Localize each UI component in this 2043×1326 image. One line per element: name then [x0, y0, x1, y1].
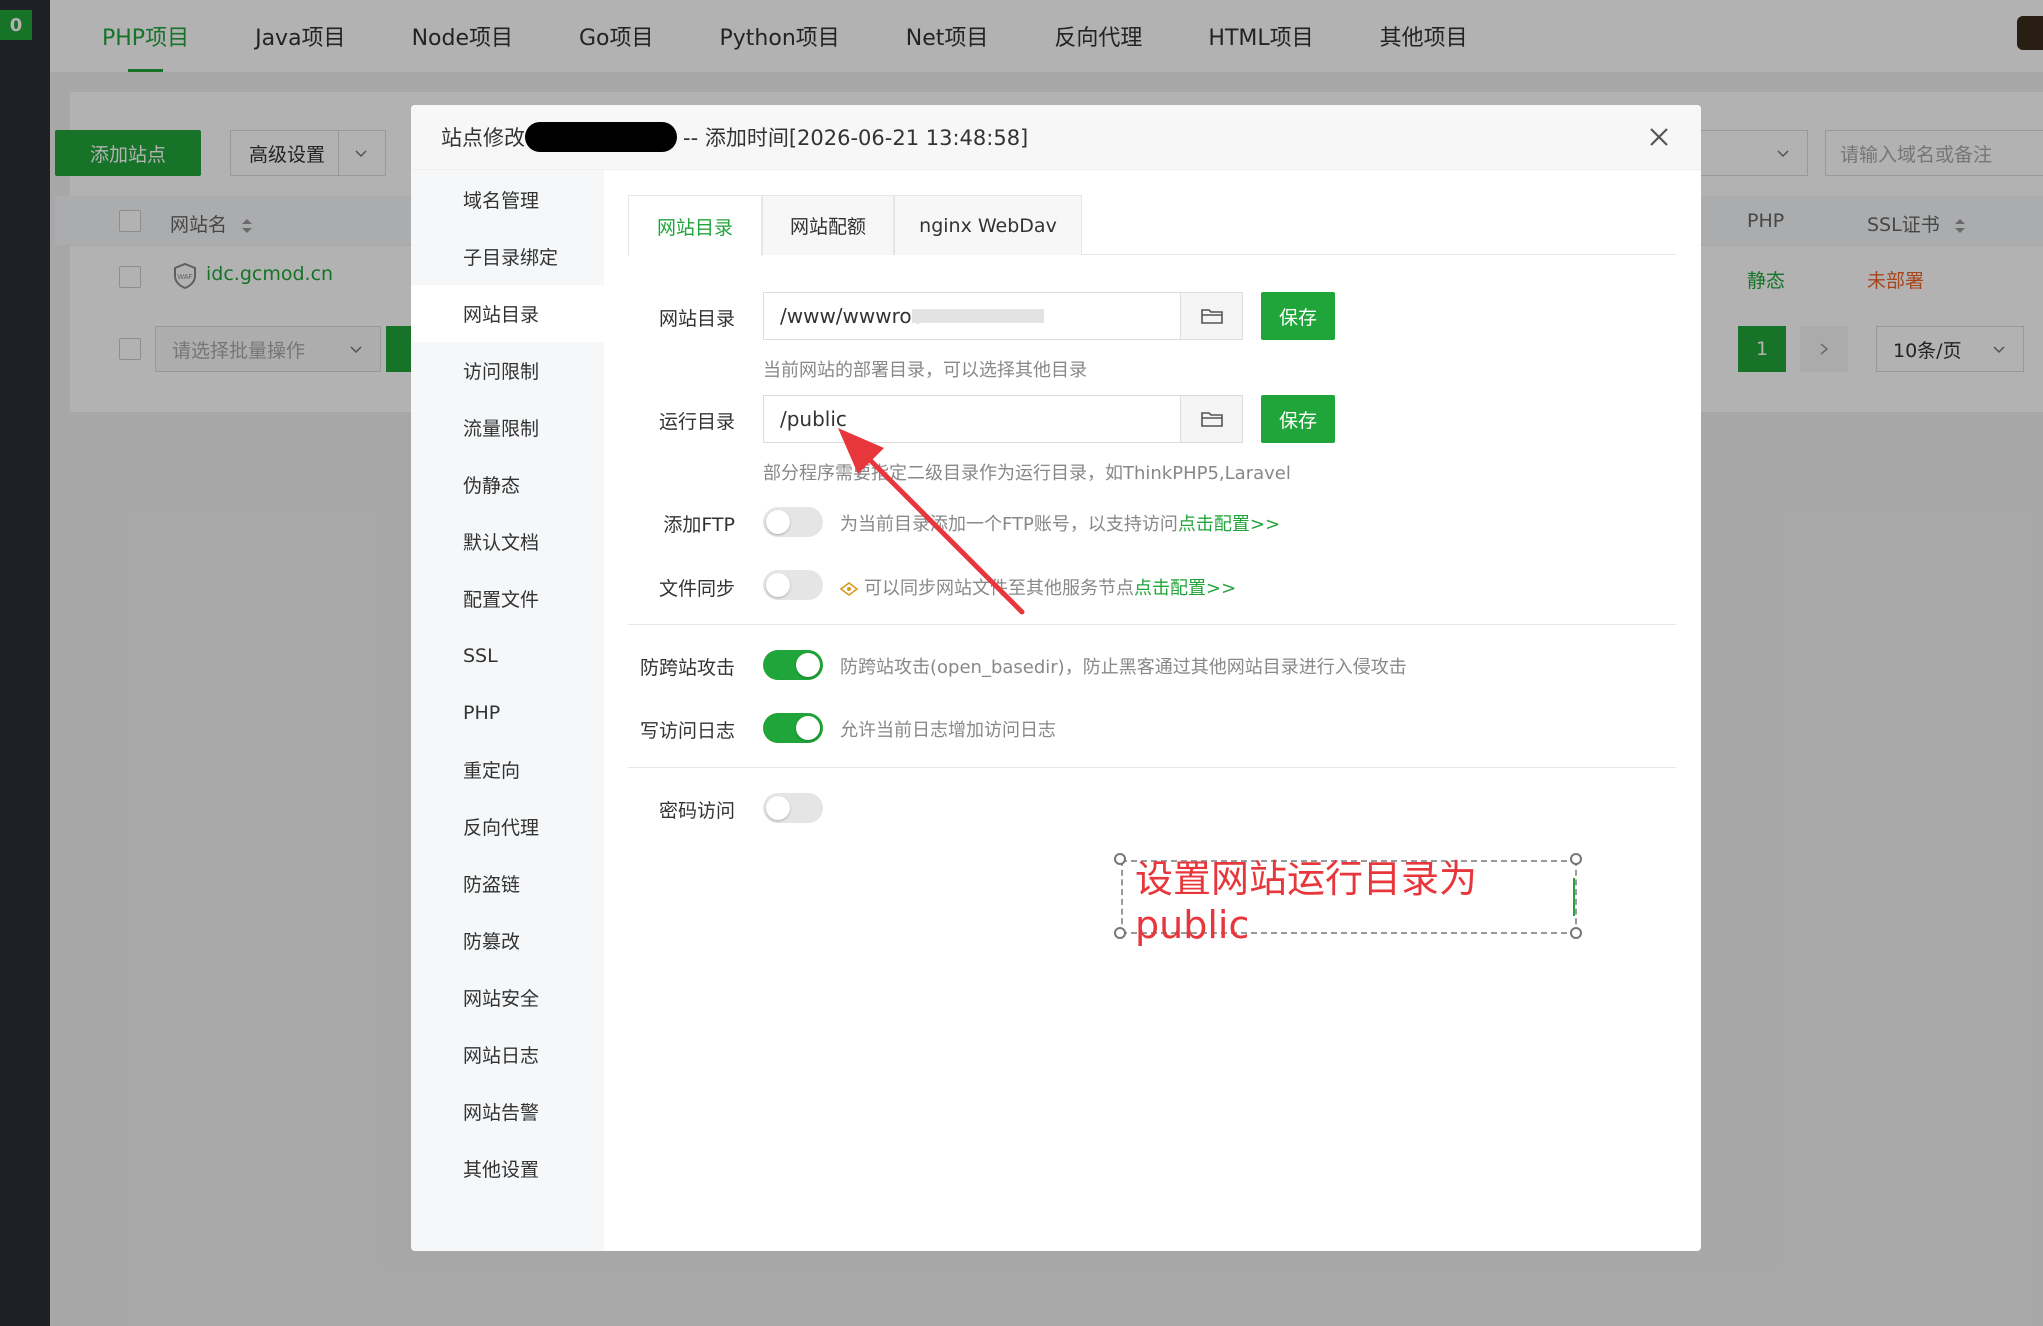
- modal-header: 站点修改 -- 添加时间[2026-06-21 13:48:58]: [411, 105, 1701, 170]
- diamond-warning-icon: [840, 582, 858, 596]
- anti-cross-hint: 防跨站攻击(open_basedir)，防止黑客通过其他网站目录进行入侵攻击: [840, 657, 1407, 678]
- ftp-hint: 为当前目录添加一个FTP账号，以支持访问点击配置>>: [840, 510, 1280, 536]
- anti-cross-toggle[interactable]: [763, 650, 823, 680]
- nav-other-settings[interactable]: 其他设置: [411, 1140, 604, 1197]
- nav-php[interactable]: PHP: [411, 684, 604, 741]
- nav-subdirectory-binding[interactable]: 子目录绑定: [411, 228, 604, 285]
- nav-site-security[interactable]: 网站安全: [411, 969, 604, 1026]
- ftp-toggle[interactable]: [763, 507, 823, 537]
- ftp-hint-text: 为当前目录添加一个FTP账号，以支持访问: [840, 514, 1178, 535]
- sync-toggle[interactable]: [763, 570, 823, 600]
- run-dir-label: 运行目录: [658, 411, 735, 433]
- run-dir-save-button[interactable]: 保存: [1261, 395, 1335, 443]
- password-label: 密码访问: [658, 800, 735, 822]
- access-log-hint: 允许当前日志增加访问日志: [840, 720, 1056, 741]
- sync-label: 文件同步: [658, 578, 735, 600]
- nav-ssl[interactable]: SSL: [411, 627, 604, 684]
- ftp-label: 添加FTP: [663, 514, 735, 536]
- sync-config-link[interactable]: 点击配置>>: [1134, 578, 1236, 599]
- section-divider: [628, 624, 1676, 625]
- resize-handle[interactable]: [1114, 853, 1126, 865]
- resize-handle[interactable]: [1114, 927, 1126, 939]
- run-dir-hint: 部分程序需要指定二级目录作为运行目录，如ThinkPHP5,Laravel: [763, 463, 1291, 484]
- run-dir-browse-button[interactable]: [1181, 395, 1243, 443]
- access-log-label: 写访问日志: [639, 720, 735, 742]
- modal-title-prefix: 站点修改: [441, 126, 525, 150]
- site-dir-hint: 当前网站的部署目录，可以选择其他目录: [763, 360, 1087, 381]
- nav-traffic-limit[interactable]: 流量限制: [411, 399, 604, 456]
- nav-domain-management[interactable]: 域名管理: [411, 171, 604, 228]
- nav-site-alert[interactable]: 网站告警: [411, 1083, 604, 1140]
- subtab-nginx-webdav[interactable]: nginx WebDav: [894, 195, 1082, 255]
- text-cursor: [1573, 878, 1575, 916]
- password-toggle[interactable]: [763, 793, 823, 823]
- annotation-text: 设置网站运行目录为public: [1135, 856, 1478, 947]
- nav-default-document[interactable]: 默认文档: [411, 513, 604, 570]
- nav-site-log[interactable]: 网站日志: [411, 1026, 604, 1083]
- modal-side-nav: 域名管理 子目录绑定 网站目录 访问限制 流量限制 伪静态 默认文档 配置文件 …: [411, 170, 604, 1251]
- nav-site-directory[interactable]: 网站目录: [411, 285, 604, 342]
- run-dir-value: /public: [780, 407, 847, 431]
- redacted-site-name: [525, 122, 677, 152]
- ftp-config-link[interactable]: 点击配置>>: [1178, 514, 1280, 535]
- site-dir-label: 网站目录: [658, 308, 735, 330]
- folder-icon: [1200, 412, 1223, 427]
- annotation-textbox[interactable]: 设置网站运行目录为public: [1121, 857, 1577, 947]
- folder-icon: [1200, 309, 1223, 324]
- site-dir-value: /www/wwwroo: [780, 304, 924, 328]
- site-dir-save-button[interactable]: 保存: [1261, 292, 1335, 340]
- modal-title-suffix: -- 添加时间[2026-06-21 13:48:58]: [683, 126, 1029, 150]
- sync-hint: 可以同步网站文件至其他服务节点点击配置>>: [840, 574, 1236, 600]
- run-dir-input[interactable]: /public: [763, 395, 1181, 443]
- site-dir-browse-button[interactable]: [1181, 292, 1243, 340]
- sync-hint-text: 可以同步网站文件至其他服务节点: [864, 578, 1134, 599]
- redacted-path: [912, 309, 1044, 323]
- resize-handle[interactable]: [1570, 853, 1582, 865]
- subtab-site-directory[interactable]: 网站目录: [628, 195, 762, 256]
- nav-tamper-protection[interactable]: 防篡改: [411, 912, 604, 969]
- nav-config-file[interactable]: 配置文件: [411, 570, 604, 627]
- nav-redirect[interactable]: 重定向: [411, 741, 604, 798]
- subtab-site-quota[interactable]: 网站配额: [762, 195, 894, 255]
- nav-reverse-proxy[interactable]: 反向代理: [411, 798, 604, 855]
- nav-access-restriction[interactable]: 访问限制: [411, 342, 604, 399]
- section-divider: [628, 767, 1676, 768]
- access-log-toggle[interactable]: [763, 713, 823, 743]
- resize-handle[interactable]: [1570, 927, 1582, 939]
- anti-cross-label: 防跨站攻击: [639, 657, 735, 679]
- close-icon[interactable]: [1647, 125, 1671, 149]
- nav-hotlink-protection[interactable]: 防盗链: [411, 855, 604, 912]
- nav-rewrite[interactable]: 伪静态: [411, 456, 604, 513]
